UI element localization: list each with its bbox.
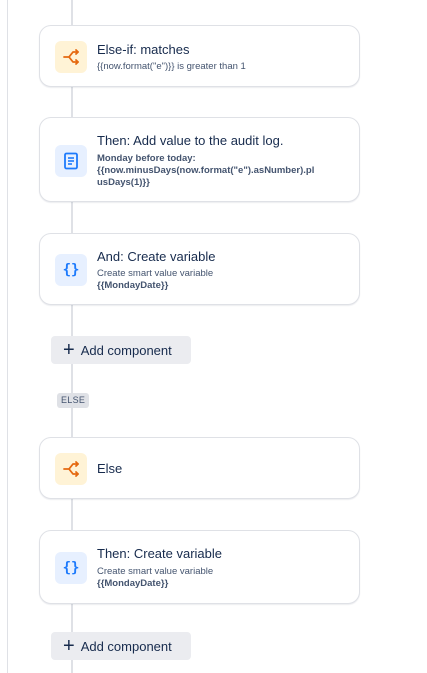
- branch-icon-box: [55, 41, 87, 73]
- component-title: Then: Create variable: [97, 546, 223, 561]
- braces-icon: {}: [62, 560, 80, 576]
- audit-log-line: Monday before today:: [97, 153, 196, 164]
- flow-connector: [71, 408, 73, 437]
- flow-connector: [71, 604, 73, 632]
- component-description: Create smart value variable: [97, 268, 214, 279]
- document-icon: [64, 152, 78, 170]
- variable-name: {{MondayDate}}: [97, 280, 169, 291]
- component-title: Else-if: matches: [97, 42, 190, 57]
- else-branch-label: ELSE: [57, 393, 90, 408]
- component-card-create-variable[interactable]: {} And: Create variable Create smart val…: [39, 233, 360, 305]
- variable-name: {{MondayDate}}: [97, 578, 169, 589]
- component-card-audit-log[interactable]: Then: Add value to the audit log. Monday…: [39, 117, 360, 202]
- flow-connector: [71, 0, 73, 25]
- component-title: And: Create variable: [97, 249, 216, 264]
- document-icon-box: [55, 145, 87, 177]
- add-component-button[interactable]: + Add component: [51, 336, 191, 364]
- flow-connector: [71, 202, 73, 233]
- component-description: Create smart value variable: [97, 566, 214, 577]
- component-card-create-variable[interactable]: {} Then: Create variable Create smart va…: [39, 530, 360, 604]
- branch-icon: [63, 461, 79, 477]
- branch-icon-box: [55, 453, 87, 485]
- add-component-label: Add component: [80, 342, 172, 358]
- flow-connector: [71, 499, 73, 530]
- left-rail: [7, 0, 8, 673]
- component-card-else[interactable]: Else: [39, 437, 360, 499]
- braces-icon: {}: [62, 262, 80, 278]
- plus-icon: +: [63, 339, 75, 361]
- flow-connector: [71, 659, 73, 673]
- component-card-else-if[interactable]: Else-if: matches {{now.format("e")}} is …: [39, 25, 360, 87]
- flow-connector: [71, 362, 73, 393]
- component-title: Else: [97, 461, 123, 476]
- component-condition: {{now.format("e")}} is greater than 1: [97, 61, 246, 72]
- braces-icon-box: {}: [55, 254, 87, 286]
- audit-log-line: usDays(1)}}: [97, 177, 150, 188]
- add-component-label: Add component: [80, 638, 172, 654]
- add-component-button[interactable]: + Add component: [51, 632, 191, 660]
- flow-connector: [71, 87, 73, 117]
- braces-icon-box: {}: [55, 552, 87, 584]
- branch-icon: [63, 49, 79, 65]
- plus-icon: +: [63, 635, 75, 657]
- flow-connector: [71, 305, 73, 336]
- component-title: Then: Add value to the audit log.: [97, 133, 284, 148]
- audit-log-line: {{now.minusDays(now.format("e").asNumber…: [97, 165, 315, 176]
